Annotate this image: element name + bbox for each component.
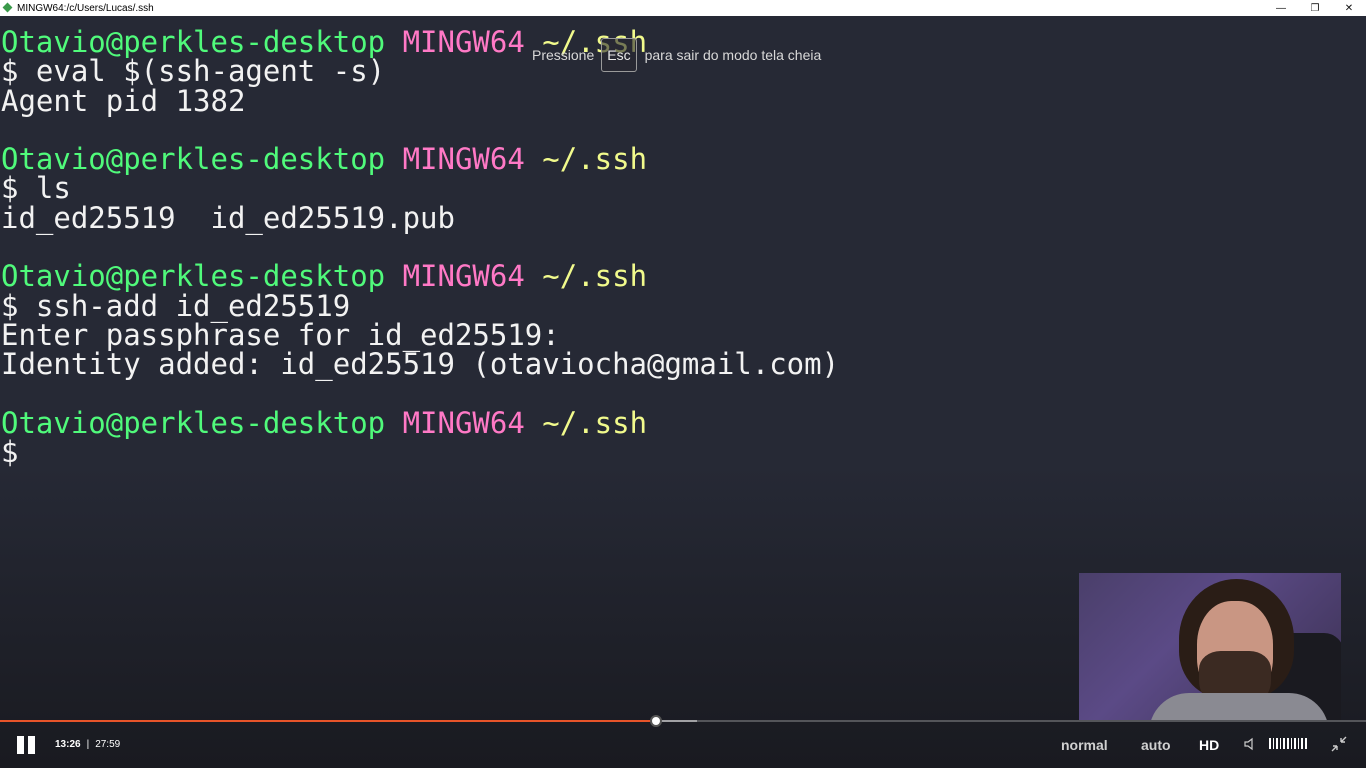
progress-played — [0, 720, 656, 722]
prompt-path: ~/.ssh — [542, 259, 648, 294]
terminal-line: Enter passphrase for id_ed25519: — [1, 317, 560, 352]
time-separator: | — [86, 739, 90, 750]
terminal-line: $ — [1, 435, 19, 470]
volume-bar — [1286, 738, 1289, 749]
progress-bar[interactable] — [0, 715, 1366, 727]
terminal-line: Identity added: id_ed25519 (otaviocha@gm… — [1, 347, 840, 382]
current-time: 13:26 — [55, 739, 81, 750]
pause-icon[interactable] — [16, 736, 36, 754]
terminal-line: Otavio@perkles-desktop MINGW64 ~/.ssh — [1, 405, 839, 440]
hd-badge[interactable]: HD — [1199, 737, 1219, 753]
terminal-output: Otavio@perkles-desktop MINGW64 ~/.ssh $ e… — [1, 25, 840, 470]
player-controls: 13:26 | 27:59 normal auto HD — [0, 724, 1366, 768]
prompt-system: MINGW64 — [402, 142, 525, 177]
fullscreen-toast: Pressione Esc para sair do modo tela che… — [532, 38, 821, 72]
prompt-path: ~/.ssh — [542, 405, 648, 440]
quality-button[interactable]: auto — [1141, 737, 1171, 753]
volume-bar — [1269, 738, 1271, 749]
terminal-line: $ ls — [1, 171, 71, 206]
volume-slider[interactable] — [1269, 738, 1307, 749]
prompt-system: MINGW64 — [402, 25, 525, 59]
terminal-line: Agent pid 1382 — [1, 83, 246, 118]
volume-bar — [1297, 738, 1300, 749]
prompt-system: MINGW64 — [402, 405, 525, 440]
prompt-system: MINGW64 — [402, 259, 525, 294]
volume-bar — [1279, 738, 1282, 749]
volume-bar — [1301, 738, 1303, 749]
terminal-line: Otavio@perkles-desktop MINGW64 ~/.ssh — [1, 262, 839, 291]
esc-key-hint: Esc — [601, 38, 637, 72]
window-title-bar: MINGW64:/c/Users/Lucas/.ssh — ❐ ✕ — [0, 0, 1366, 16]
minimize-button[interactable]: — — [1264, 0, 1298, 16]
restore-button[interactable]: ❐ — [1298, 0, 1332, 16]
toast-prefix: Pressione — [532, 47, 595, 63]
volume-bar — [1283, 738, 1285, 749]
webcam-overlay — [1079, 573, 1341, 720]
exit-fullscreen-icon[interactable] — [1331, 736, 1349, 754]
volume-bar — [1290, 738, 1293, 749]
mingw-app-icon — [3, 3, 13, 13]
terminal-line: id_ed25519 id_ed25519.pub — [1, 200, 455, 235]
volume-bar — [1294, 738, 1296, 749]
volume-bar — [1304, 738, 1307, 749]
volume-bar — [1276, 738, 1278, 749]
volume-icon[interactable] — [1243, 737, 1257, 751]
terminal-line: $ ssh-add id_ed25519 — [1, 288, 351, 323]
window-title: MINGW64:/c/Users/Lucas/.ssh — [17, 2, 154, 14]
presenter-shirt — [1149, 693, 1329, 720]
close-button[interactable]: ✕ — [1332, 0, 1366, 16]
terminal-line: Otavio@perkles-desktop MINGW64 ~/.ssh — [1, 145, 839, 174]
volume-bar — [1272, 738, 1275, 749]
speed-button[interactable]: normal — [1061, 737, 1108, 753]
prompt-path: ~/.ssh — [542, 142, 648, 177]
time-display: 13:26 | 27:59 — [55, 739, 120, 750]
toast-suffix: para sair do modo tela cheia — [644, 47, 822, 63]
duration: 27:59 — [95, 739, 121, 750]
prompt-user: Otavio@perkles-desktop — [1, 405, 386, 440]
